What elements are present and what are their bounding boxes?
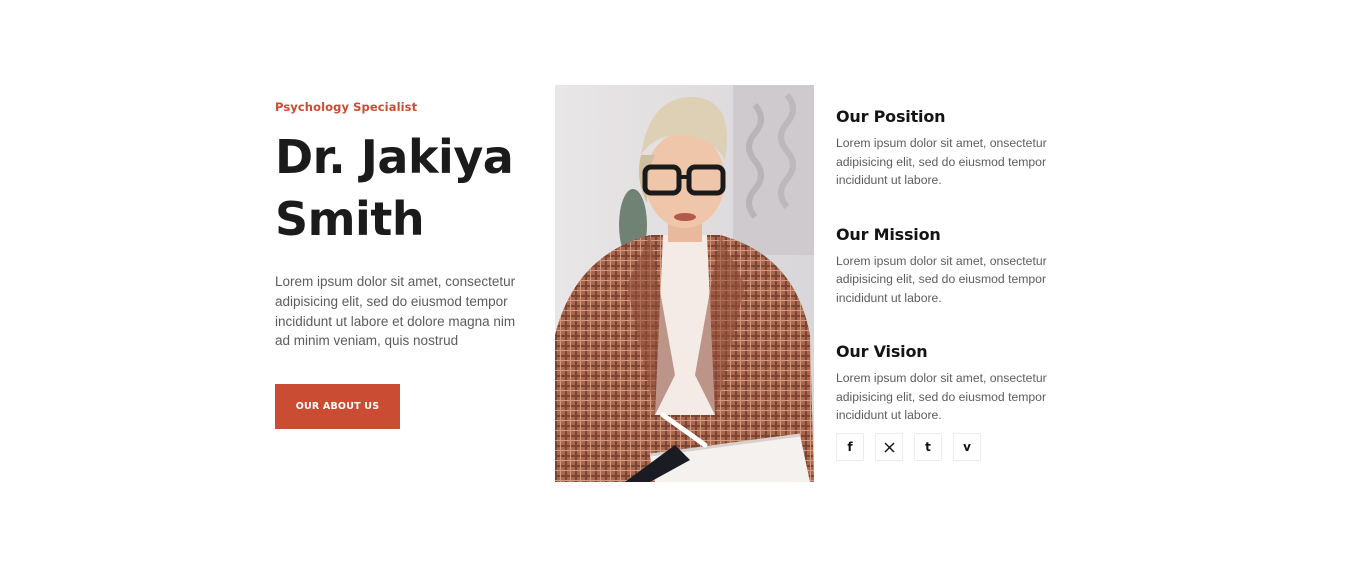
doctor-name: Dr. Jakiya Smith [275,126,535,250]
x-logo-icon [884,442,894,452]
social-links: f t v [836,433,981,461]
intro-text: Lorem ipsum dolor sit amet, consectetur … [275,274,516,349]
doctor-photo [555,85,814,482]
facebook-icon[interactable]: f [836,433,864,461]
mission-block: Our Mission Lorem ipsum dolor sit amet, … [836,225,1066,308]
position-text: Lorem ipsum dolor sit amet, onsectetur a… [836,136,1047,187]
vision-block: Our Vision Lorem ipsum dolor sit amet, o… [836,342,1066,425]
tumblr-icon[interactable]: t [914,433,942,461]
x-twitter-icon[interactable] [875,433,903,461]
position-heading: Our Position [836,107,946,126]
intro-section: Psychology Specialist Dr. Jakiya Smith L… [275,100,535,429]
doctor-portrait-illustration [555,85,814,482]
doctor-name-line-2: Smith [275,192,425,246]
vimeo-icon[interactable]: v [953,433,981,461]
about-us-button[interactable]: OUR ABOUT US [275,384,400,429]
mission-heading: Our Mission [836,224,941,244]
vision-heading: Our Vision [836,342,928,361]
specialty-label: Psychology Specialist [275,100,418,114]
mission-text: Lorem ipsum dolor sit amet, onsectetur a… [836,253,1047,305]
info-column: Our Position Lorem ipsum dolor sit amet,… [836,107,1066,460]
vision-text: Lorem ipsum dolor sit amet, onsectetur a… [836,371,1047,422]
doctor-name-line-1: Dr. Jakiya [275,130,514,184]
position-block: Our Position Lorem ipsum dolor sit amet,… [836,107,1066,190]
